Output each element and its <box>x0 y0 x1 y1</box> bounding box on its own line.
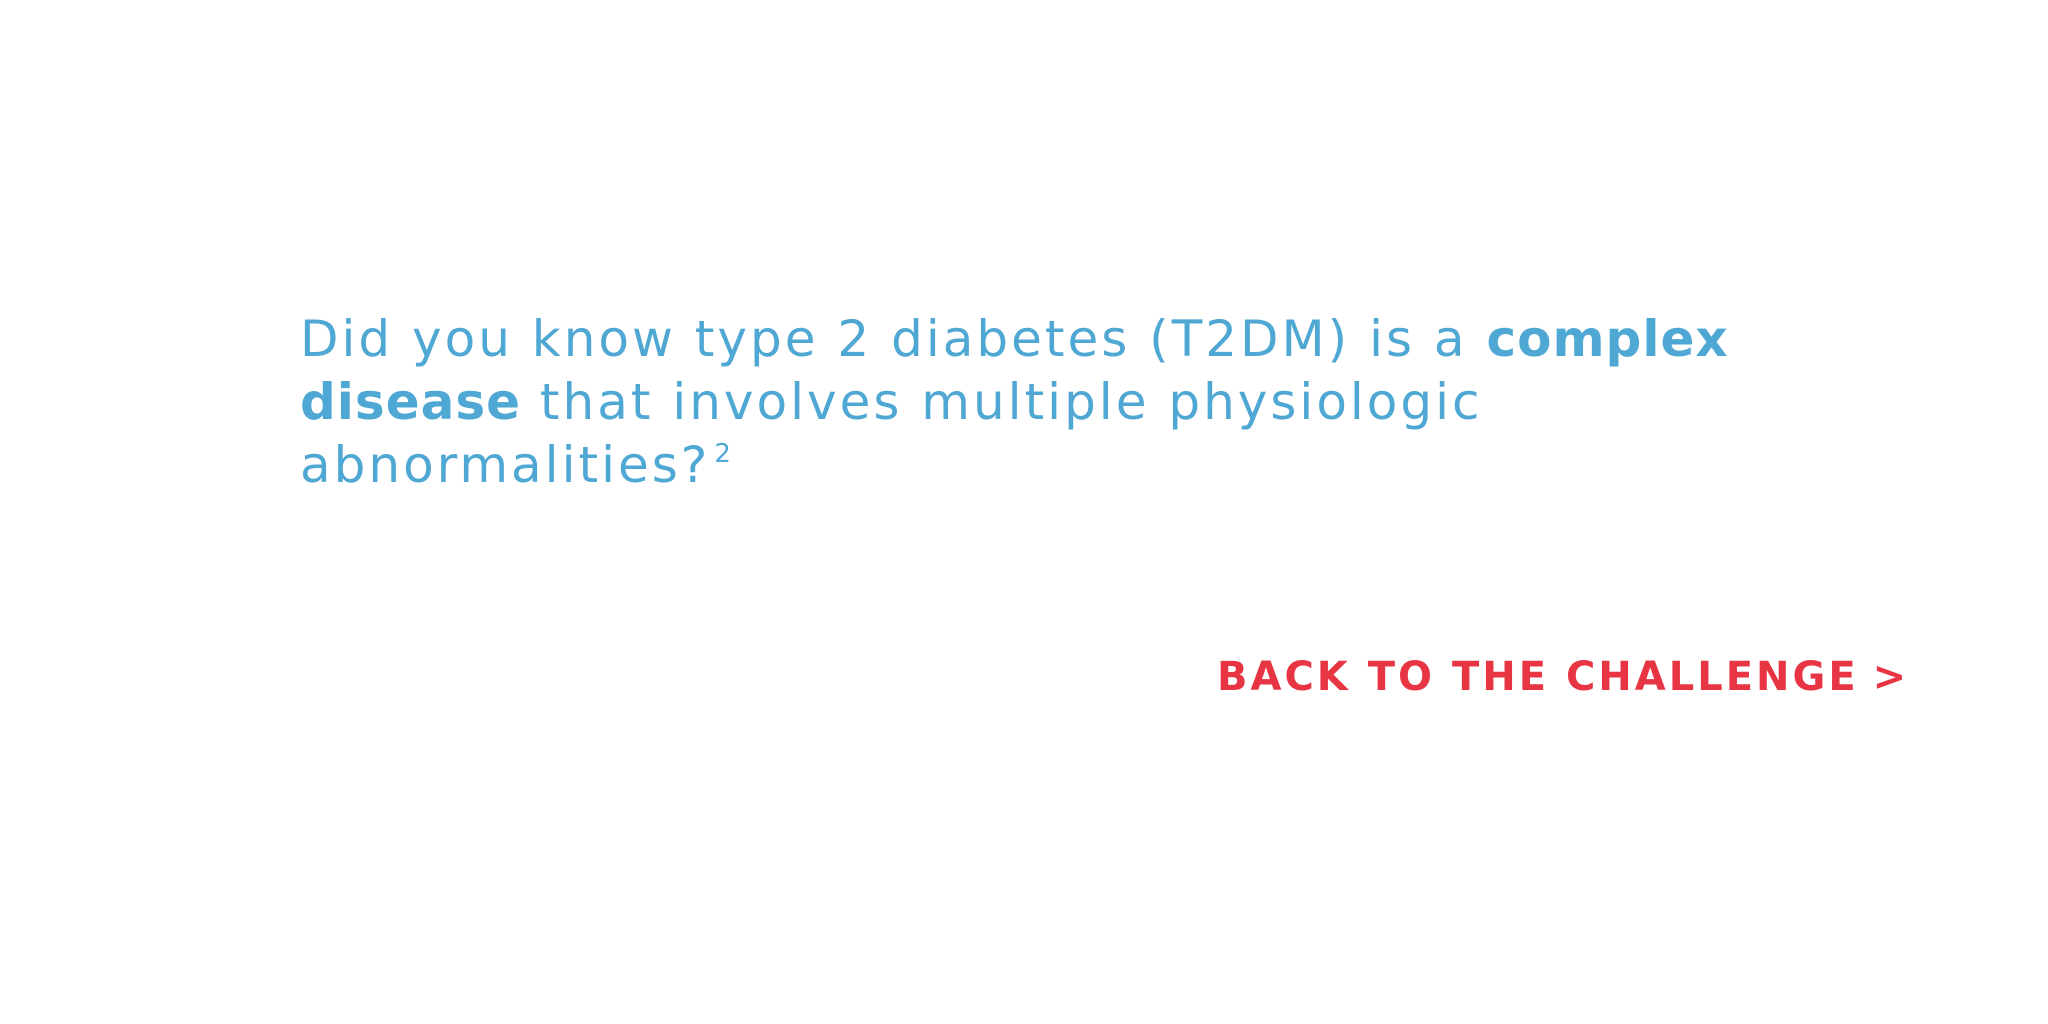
fact-text-intro: Did you know type 2 diabetes (T2DM) is a <box>300 310 1487 368</box>
back-to-challenge-link[interactable]: BACK TO THE CHALLENGE > <box>1217 654 1909 700</box>
chevron-right-icon: > <box>1872 654 1910 700</box>
back-to-challenge-label: BACK TO THE CHALLENGE <box>1217 654 1859 700</box>
page: Did you know type 2 diabetes (T2DM) is a… <box>0 0 2048 1024</box>
fact-text: Did you know type 2 diabetes (T2DM) is a… <box>300 308 1800 497</box>
fact-emphasis-complex: complex <box>1486 310 1729 368</box>
footnote-reference: 2 <box>714 439 734 469</box>
fact-emphasis-disease: disease <box>300 373 522 431</box>
